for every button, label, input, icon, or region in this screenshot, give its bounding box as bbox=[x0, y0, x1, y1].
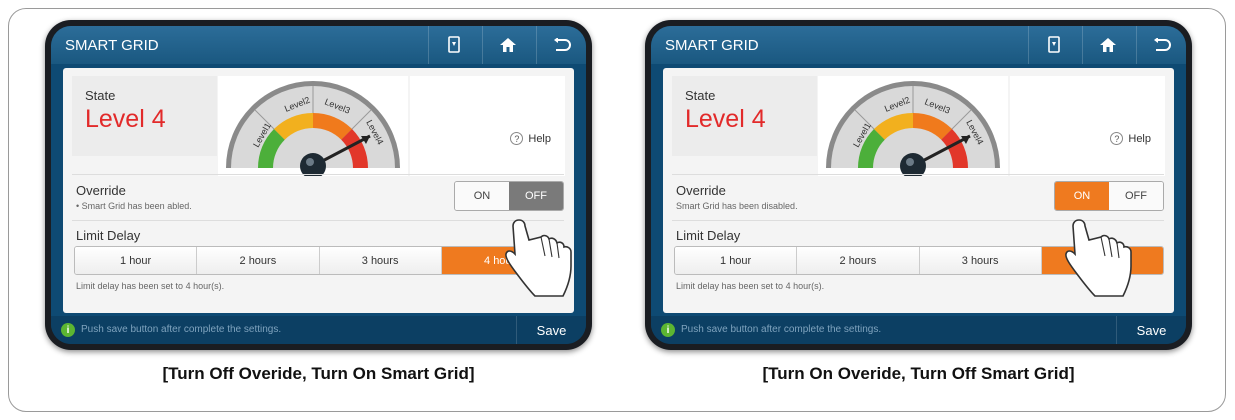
save-button[interactable]: Save bbox=[1116, 316, 1186, 344]
toggle-on-option[interactable]: ON bbox=[1055, 182, 1109, 210]
footer-bar: i Push save button after complete the se… bbox=[51, 316, 586, 344]
limit-option-3-hours[interactable]: 3 hours bbox=[919, 247, 1042, 274]
question-icon: ? bbox=[510, 132, 524, 145]
help-box: ? Help bbox=[1010, 76, 1165, 176]
override-message: Smart Grid has been disabled. bbox=[676, 201, 798, 211]
settings-body: State Level 4 Level1 Level2 Level3 Level… bbox=[63, 68, 574, 313]
smart-appliance-icon bbox=[447, 36, 460, 53]
smart-appliance-icon bbox=[1047, 36, 1060, 53]
screen-title: SMART GRID bbox=[65, 37, 159, 54]
question-icon: ? bbox=[1110, 132, 1124, 145]
title-bar: SMART GRID bbox=[651, 26, 1186, 64]
limit-option-1-hour[interactable]: 1 hour bbox=[675, 247, 798, 274]
screen-title: SMART GRID bbox=[665, 37, 759, 54]
toggle-off-option[interactable]: OFF bbox=[509, 182, 563, 210]
help-label: Help bbox=[1128, 132, 1151, 145]
back-button[interactable] bbox=[1136, 26, 1186, 64]
help-box: ? Help bbox=[410, 76, 565, 176]
limit-delay-message: Limit delay has been set to 4 hour(s). bbox=[676, 281, 825, 291]
state-value: Level 4 bbox=[85, 105, 166, 133]
back-icon bbox=[1153, 38, 1171, 51]
help-label: Help bbox=[528, 132, 551, 145]
level-gauge: Level1 Level2 Level3 Level4 bbox=[218, 76, 408, 179]
panel-override-off: SMART GRID State Level 4 Level1 Level2 L… bbox=[45, 20, 592, 384]
info-icon: i bbox=[61, 323, 75, 337]
level-gauge: Level1 Level2 Level3 Level4 bbox=[818, 76, 1008, 179]
help-button[interactable]: ? Help bbox=[1110, 132, 1151, 145]
state-box: State Level 4 bbox=[672, 76, 817, 156]
state-label: State bbox=[685, 88, 716, 103]
override-toggle[interactable]: ON OFF bbox=[454, 181, 564, 211]
limit-option-2-hours[interactable]: 2 hours bbox=[797, 247, 920, 274]
limit-option-1-hour[interactable]: 1 hour bbox=[75, 247, 198, 274]
limit-delay-selector: 1 hour 2 hours 3 hours 4 hours bbox=[74, 246, 564, 275]
hand-pointer-icon bbox=[505, 219, 572, 297]
home-button[interactable] bbox=[1082, 26, 1132, 64]
toggle-off-option[interactable]: OFF bbox=[1109, 182, 1163, 210]
home-icon bbox=[1099, 38, 1116, 52]
limit-option-2-hours[interactable]: 2 hours bbox=[197, 247, 320, 274]
override-label: Override bbox=[676, 183, 726, 198]
limit-delay-message: Limit delay has been set to 4 hour(s). bbox=[76, 281, 225, 291]
panel-caption: [Turn On Overide, Turn Off Smart Grid] bbox=[762, 364, 1075, 383]
limit-delay-label: Limit Delay bbox=[76, 228, 141, 243]
override-row: Override • Smart Grid has been abled. ON… bbox=[72, 174, 564, 219]
override-label: Override bbox=[76, 183, 126, 198]
help-button[interactable]: ? Help bbox=[510, 132, 551, 145]
smart-appliance-button[interactable] bbox=[428, 26, 478, 64]
limit-delay-row: Limit Delay 1 hour 2 hours 3 hours 4 hou… bbox=[72, 220, 564, 308]
footer-info-text: Push save button after complete the sett… bbox=[81, 324, 282, 335]
save-button[interactable]: Save bbox=[516, 316, 586, 344]
footer-bar: i Push save button after complete the se… bbox=[651, 316, 1186, 344]
panel-override-on: SMART GRID State Level 4 Level1 Level2 L… bbox=[645, 20, 1192, 384]
hand-pointer-icon bbox=[1065, 219, 1132, 297]
info-icon: i bbox=[661, 323, 675, 337]
state-label: State bbox=[85, 88, 116, 103]
state-box: State Level 4 bbox=[72, 76, 217, 156]
footer-info-text: Push save button after complete the sett… bbox=[681, 324, 882, 335]
title-bar: SMART GRID bbox=[51, 26, 586, 64]
override-toggle[interactable]: ON OFF bbox=[1054, 181, 1164, 211]
limit-option-3-hours[interactable]: 3 hours bbox=[319, 247, 442, 274]
limit-delay-label: Limit Delay bbox=[676, 228, 741, 243]
panel-caption: [Turn Off Overide, Turn On Smart Grid] bbox=[162, 364, 475, 383]
back-icon bbox=[553, 38, 571, 51]
smart-appliance-button[interactable] bbox=[1028, 26, 1078, 64]
home-button[interactable] bbox=[482, 26, 532, 64]
device-bezel: SMART GRID State Level 4 Level1 Level2 L… bbox=[45, 20, 592, 350]
back-button[interactable] bbox=[536, 26, 586, 64]
state-value: Level 4 bbox=[685, 105, 766, 133]
override-row: Override Smart Grid has been disabled. O… bbox=[672, 174, 1164, 219]
home-icon bbox=[499, 38, 516, 52]
toggle-on-option[interactable]: ON bbox=[455, 182, 509, 210]
device-bezel: SMART GRID State Level 4 Level1 Level2 L… bbox=[645, 20, 1192, 350]
override-message: • Smart Grid has been abled. bbox=[76, 201, 192, 211]
